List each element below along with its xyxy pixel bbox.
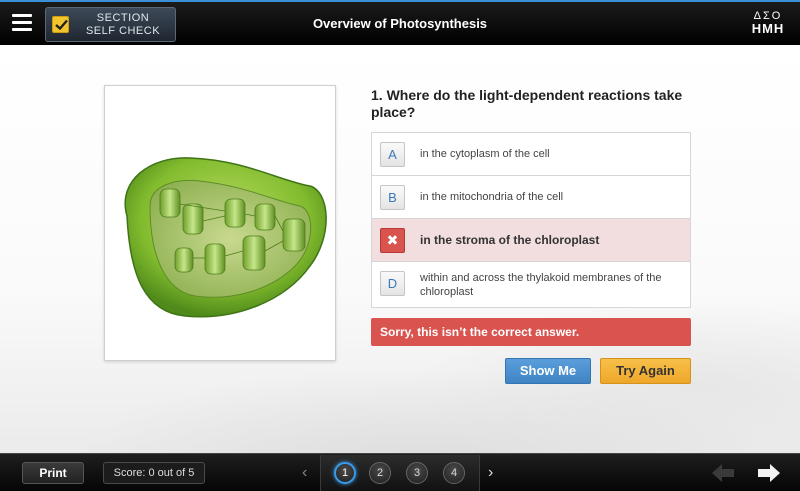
- feedback-message: Sorry, this isn’t the correct answer.: [371, 318, 691, 346]
- show-me-button[interactable]: Show Me: [505, 358, 591, 384]
- page-pager: 1 2 3 4: [320, 455, 480, 491]
- print-button[interactable]: Print: [22, 462, 84, 484]
- chloroplast-illustration: [124, 157, 327, 318]
- choice-text-d: within and across the thylakoid membrane…: [420, 271, 662, 298]
- choice-text-a: in the cytoplasm of the cell: [420, 148, 550, 160]
- section-self-check-button[interactable]: SECTION SELF CHECK: [45, 7, 176, 42]
- previous-arrow-icon[interactable]: [708, 460, 738, 486]
- hmh-logo: ΔΣΟ HMH: [751, 10, 785, 36]
- choice-a[interactable]: A in the cytoplasm of the cell: [372, 133, 690, 176]
- page-button-3[interactable]: 3: [406, 462, 428, 484]
- pager-right-chevron-icon[interactable]: ›: [488, 463, 500, 483]
- question-text: 1. Where do the light-dependent reaction…: [371, 87, 683, 120]
- score-display: Score: 0 out of 5: [103, 462, 205, 484]
- choice-letter-b: B: [380, 185, 405, 210]
- checkbox-checked-icon: [52, 16, 69, 33]
- choice-text-b: in the mitochondria of the cell: [420, 191, 564, 203]
- choice-c[interactable]: ✖ in the stroma of the chloroplast: [372, 219, 690, 262]
- bottom-bar: Print Score: 0 out of 5 ‹ 1 2 3 4 ›: [0, 453, 800, 491]
- choice-text-c: in the stroma of the chloroplast: [420, 233, 600, 247]
- page-button-1[interactable]: 1: [334, 462, 356, 484]
- next-arrow-icon[interactable]: [754, 460, 784, 486]
- choice-letter-a: A: [380, 142, 405, 167]
- try-again-button[interactable]: Try Again: [600, 358, 691, 384]
- choice-letter-d: D: [380, 271, 405, 296]
- top-bar: SECTION SELF CHECK Overview of Photosynt…: [0, 0, 800, 45]
- page-button-4[interactable]: 4: [443, 462, 465, 484]
- pager-left-chevron-icon[interactable]: ‹: [302, 463, 314, 483]
- section-self-check-label: SECTION SELF CHECK: [85, 12, 161, 37]
- choice-b[interactable]: B in the mitochondria of the cell: [372, 176, 690, 219]
- choice-d[interactable]: D within and across the thylakoid membra…: [372, 262, 690, 307]
- answer-choices: A in the cytoplasm of the cell B in the …: [371, 132, 691, 308]
- wrong-x-icon: ✖: [380, 228, 405, 253]
- main-content: 1. Where do the light-dependent reaction…: [0, 45, 800, 453]
- question-image: [104, 85, 336, 361]
- page-button-2[interactable]: 2: [369, 462, 391, 484]
- hamburger-menu-icon[interactable]: [12, 14, 32, 32]
